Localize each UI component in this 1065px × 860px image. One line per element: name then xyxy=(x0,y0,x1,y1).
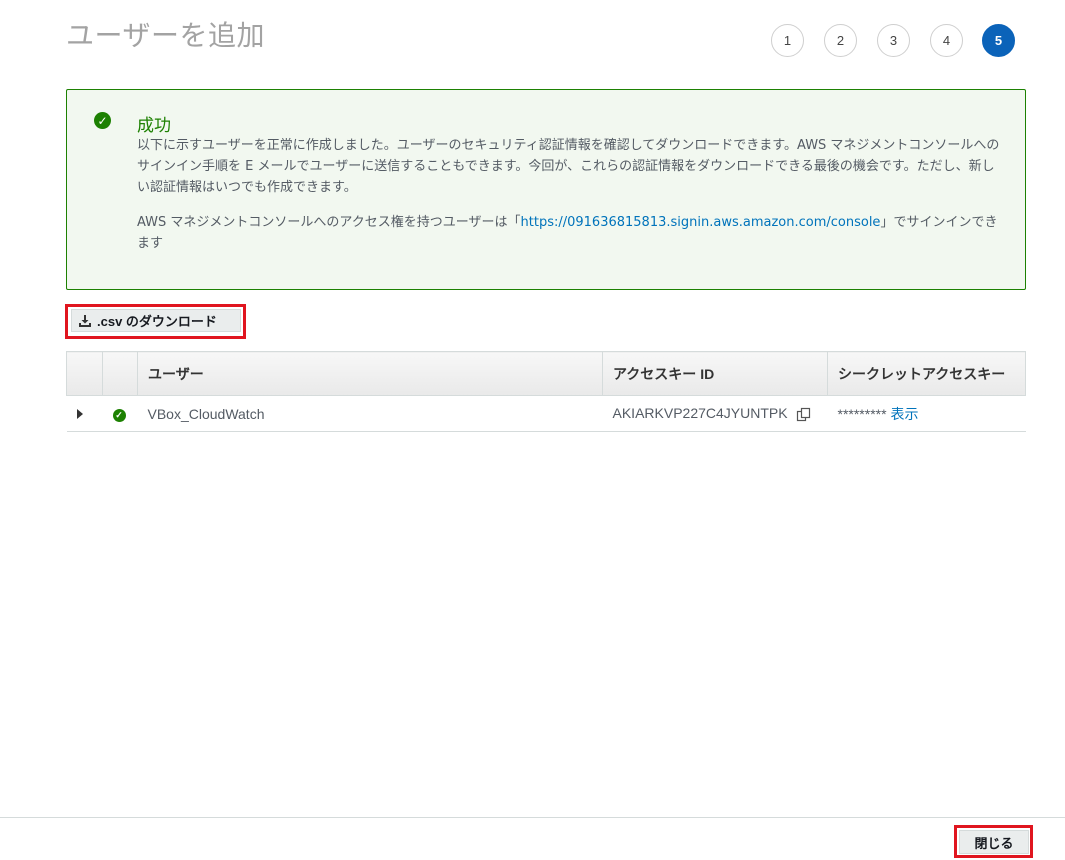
access-key-cell: AKIARKVP227C4JYUNTPK xyxy=(602,395,828,432)
alert-message: 以下に示すユーザーを正常に作成しました。ユーザーのセキュリティ認証情報を確認して… xyxy=(137,138,1000,195)
download-csv-button[interactable]: .csv のダウンロード xyxy=(71,309,241,332)
success-alert: ✓ 成功 以下に示すユーザーを正常に作成しました。ユーザーのセキュリティ認証情報… xyxy=(66,89,1026,290)
expand-caret-icon[interactable] xyxy=(76,408,83,419)
secret-key-cell: ********* 表示 xyxy=(827,395,1026,432)
copy-icon[interactable] xyxy=(796,407,811,422)
download-icon xyxy=(79,314,91,327)
table-header-row: ユーザー アクセスキー ID シークレットアクセスキー xyxy=(66,351,1026,396)
table-row: ✓ VBox_CloudWatch AKIARKVP227C4JYUNTPK *… xyxy=(66,395,1026,432)
step-1[interactable]: 1 xyxy=(771,24,804,57)
users-table: ユーザー アクセスキー ID シークレットアクセスキー ✓ VBox_Cloud… xyxy=(66,351,1026,432)
secret-key-masked: ********* xyxy=(837,405,887,422)
secret-key-column-header[interactable]: シークレットアクセスキー xyxy=(827,351,1026,396)
expand-cell[interactable] xyxy=(66,395,103,432)
show-secret-link[interactable]: 表示 xyxy=(891,406,919,422)
success-check-icon: ✓ xyxy=(112,409,126,422)
page-title: ユーザーを追加 xyxy=(66,19,265,52)
access-key-id: AKIARKVP227C4JYUNTPK xyxy=(612,405,788,422)
alert-console-info: AWS マネジメントコンソールへのアクセス権を持つユーザーは「https://0… xyxy=(137,212,1003,254)
expand-column-header xyxy=(66,351,103,396)
footer-divider xyxy=(0,817,1065,818)
user-column-header[interactable]: ユーザー xyxy=(137,351,603,396)
alert-body: 以下に示すユーザーを正常に作成しました。ユーザーのセキュリティ認証情報を確認して… xyxy=(137,135,1003,268)
step-3[interactable]: 3 xyxy=(877,24,910,57)
status-column-header xyxy=(102,351,138,396)
console-info-prefix: AWS マネジメントコンソールへのアクセス権を持つユーザーは「 xyxy=(137,215,521,230)
step-5-active: 5 xyxy=(982,24,1015,57)
user-name-cell: VBox_CloudWatch xyxy=(137,395,603,432)
console-url-link[interactable]: https://091636815813.signin.aws.amazon.c… xyxy=(521,215,881,230)
close-button[interactable]: 閉じる xyxy=(959,830,1029,854)
success-check-icon: ✓ xyxy=(94,112,111,129)
step-2[interactable]: 2 xyxy=(824,24,857,57)
access-key-column-header[interactable]: アクセスキー ID xyxy=(602,351,828,396)
alert-title: 成功 xyxy=(137,116,171,136)
step-4[interactable]: 4 xyxy=(930,24,963,57)
status-cell: ✓ xyxy=(102,395,138,432)
download-csv-label: .csv のダウンロード xyxy=(97,314,217,329)
